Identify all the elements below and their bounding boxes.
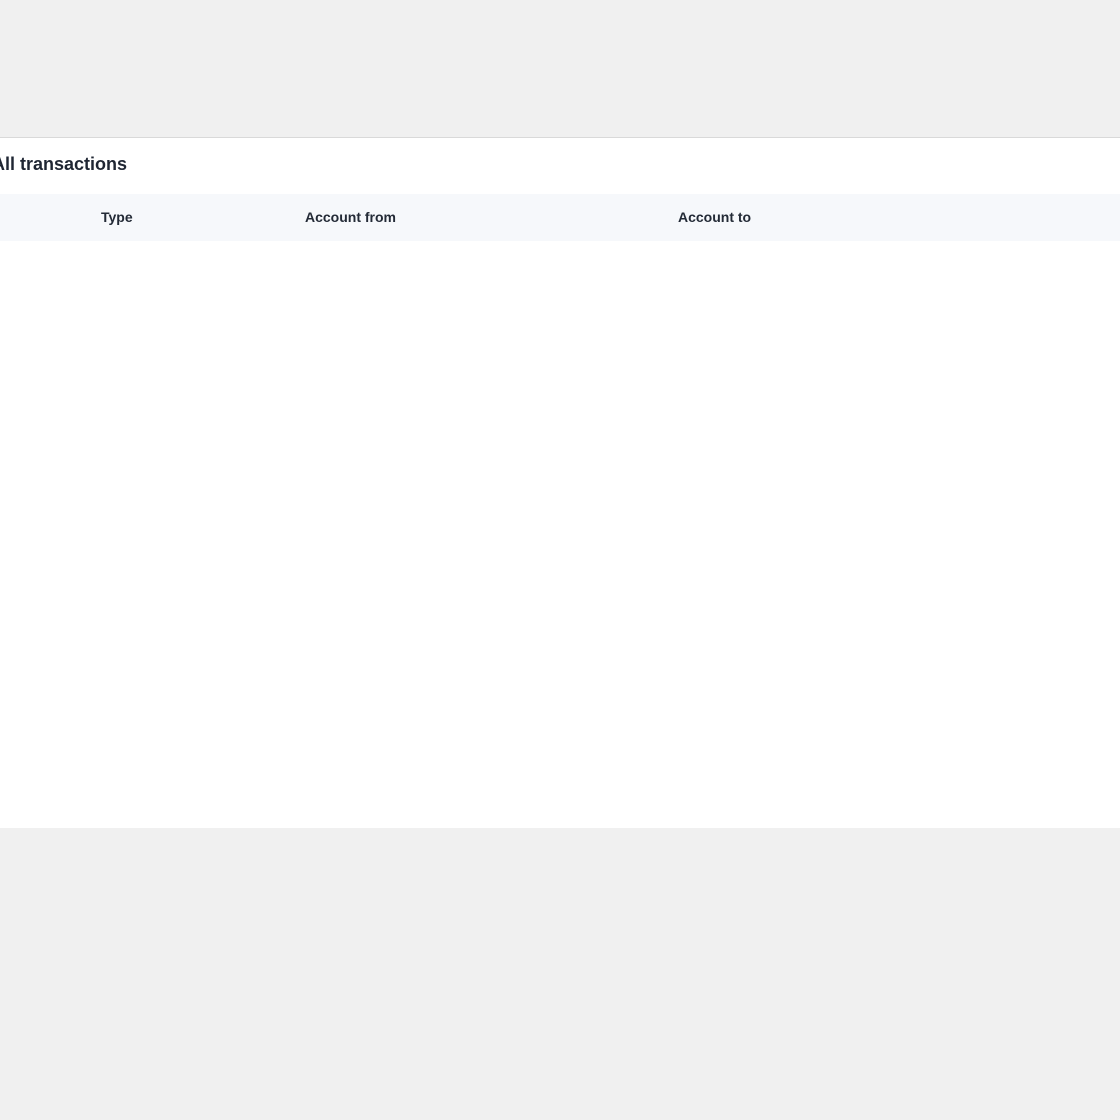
table-body — [0, 241, 1120, 828]
transactions-panel: All transactions Type Account from Accou… — [0, 137, 1120, 828]
column-header-type[interactable]: Type — [101, 194, 133, 241]
panel-title: All transactions — [0, 154, 128, 174]
column-header-account-from[interactable]: Account from — [305, 194, 396, 241]
table-header: Type Account from Account to — [0, 194, 1120, 241]
column-header-account-to[interactable]: Account to — [678, 194, 751, 241]
page-background: All transactions Type Account from Accou… — [0, 0, 1120, 1120]
